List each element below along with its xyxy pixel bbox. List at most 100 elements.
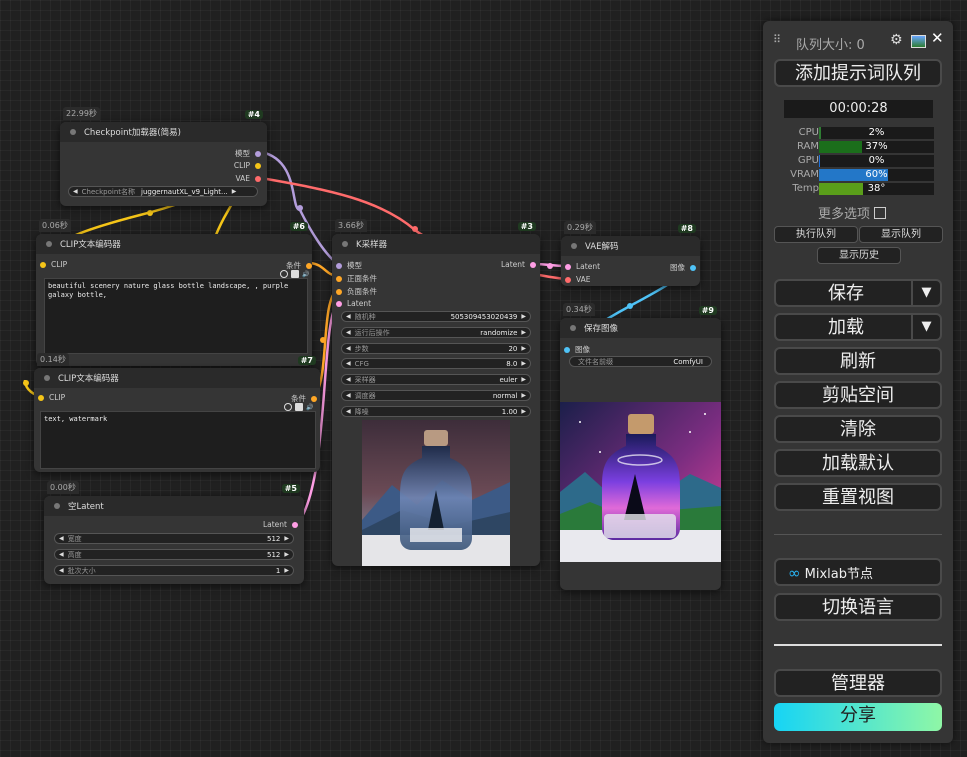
cfg-input[interactable]: ◀ CFG 8.0 ▶ bbox=[341, 358, 531, 369]
reset-view-button[interactable]: 重置视图 bbox=[774, 483, 942, 511]
clip-text-encode-positive-node[interactable]: 0.06秒 #6 CLIP文本编码器 CLIP 条件 🔊 beautiful s… bbox=[36, 219, 312, 366]
divider bbox=[774, 534, 942, 535]
node-id: #6 bbox=[289, 222, 308, 231]
collapse-dot-icon[interactable] bbox=[54, 503, 60, 509]
width-input[interactable]: ◀ 宽度 512 ▶ bbox=[54, 533, 294, 544]
infinity-icon: ∞ bbox=[788, 564, 801, 582]
output-model[interactable]: 模型 bbox=[235, 148, 261, 159]
collapse-dot-icon[interactable] bbox=[342, 241, 348, 247]
node-id: #7 bbox=[297, 356, 316, 365]
output-clip[interactable]: CLIP bbox=[234, 161, 261, 170]
divider bbox=[774, 644, 942, 646]
control-after-generate-combo[interactable]: ◀ 运行后操作 randomize ▶ bbox=[341, 327, 531, 338]
node-exec-time: 0.29秒 bbox=[564, 221, 596, 234]
temp-monitor: Temp 38° bbox=[777, 183, 937, 196]
node-title[interactable]: Checkpoint加载器(简易) bbox=[60, 122, 267, 142]
batch-size-input[interactable]: ◀ 批次大小 1 ▶ bbox=[54, 565, 294, 576]
refresh-button[interactable]: 刷新 bbox=[774, 347, 942, 375]
image-gallery-icon[interactable] bbox=[911, 35, 926, 48]
input-samples[interactable]: Latent bbox=[565, 262, 600, 271]
load-dropdown-icon[interactable]: ▼ bbox=[911, 315, 940, 339]
preview-image[interactable] bbox=[362, 420, 510, 566]
ckpt-name-combo[interactable]: ◀ Checkpoint名称 juggernautXL_v9_Light... ▶ bbox=[68, 186, 258, 197]
node-title[interactable]: CLIP文本编码器 bbox=[34, 368, 320, 388]
output-latent[interactable]: Latent bbox=[263, 520, 298, 529]
output-latent[interactable]: Latent bbox=[501, 260, 536, 269]
input-clip[interactable]: CLIP bbox=[38, 393, 65, 402]
clip-text-encode-negative-node[interactable]: 0.14秒 #7 CLIP文本编码器 CLIP 条件 🔊 text, water… bbox=[34, 353, 320, 472]
collapse-dot-icon[interactable] bbox=[70, 129, 76, 135]
seed-input[interactable]: ◀ 随机种 505309453020439 ▶ bbox=[341, 311, 531, 322]
input-clip[interactable]: CLIP bbox=[40, 260, 67, 269]
node-title[interactable]: 空Latent bbox=[44, 496, 304, 516]
share-button[interactable]: 分享 bbox=[774, 703, 942, 731]
queue-prompt-button[interactable]: 添加提示词队列 bbox=[774, 59, 942, 87]
run-queue-button[interactable]: 执行队列 bbox=[774, 226, 858, 243]
input-vae[interactable]: VAE bbox=[565, 275, 591, 284]
output-vae[interactable]: VAE bbox=[235, 174, 261, 183]
output-image-preview[interactable] bbox=[560, 402, 721, 562]
input-negative[interactable]: 负面条件 bbox=[336, 286, 377, 297]
input-positive[interactable]: 正面条件 bbox=[336, 273, 377, 284]
more-options-toggle[interactable]: 更多选项 bbox=[818, 203, 887, 222]
manager-button[interactable]: 管理器 bbox=[774, 669, 942, 697]
collapse-dot-icon[interactable] bbox=[571, 243, 577, 249]
node-title[interactable]: K采样器 bbox=[332, 234, 540, 254]
empty-latent-node[interactable]: 0.00秒 #5 空Latent Latent ◀ 宽度 512 ▶ ◀ 高度 512 ▶ … bbox=[44, 481, 304, 584]
node-exec-time: 3.66秒 bbox=[335, 219, 367, 232]
sampler-combo[interactable]: ◀ 采样器 euler ▶ bbox=[341, 374, 531, 385]
node-exec-time: 22.99秒 bbox=[63, 107, 100, 120]
clear-button[interactable]: 清除 bbox=[774, 415, 942, 443]
output-image[interactable]: 图像 bbox=[670, 262, 696, 273]
node-id: #8 bbox=[677, 224, 696, 233]
node-id: #9 bbox=[698, 306, 717, 315]
checkpoint-loader-node[interactable]: 22.99秒 #4 Checkpoint加载器(简易) 模型 CLIP VAE … bbox=[60, 107, 267, 206]
input-images[interactable]: 图像 bbox=[564, 344, 590, 355]
save-image-node[interactable]: 0.34秒 #9 保存图像 图像 文件名前缀 ComfyUI bbox=[560, 303, 721, 590]
denoise-input[interactable]: ◀ 降噪 1.00 ▶ bbox=[341, 406, 531, 417]
gear-icon[interactable]: ⚙ bbox=[890, 32, 903, 48]
node-id: #3 bbox=[517, 222, 536, 231]
node-exec-time: 0.14秒 bbox=[37, 353, 69, 366]
steps-input[interactable]: ◀ 步数 20 ▶ bbox=[341, 343, 531, 354]
node-id: #4 bbox=[244, 110, 263, 119]
mixlab-nodes-button[interactable]: ∞ Mixlab节点 bbox=[774, 558, 942, 586]
scheduler-combo[interactable]: ◀ 调度器 normal ▶ bbox=[341, 390, 531, 401]
node-exec-time: 0.06秒 bbox=[39, 219, 71, 232]
ksampler-node[interactable]: 3.66秒 #3 K采样器 模型 正面条件 负面条件 Latent Latent… bbox=[332, 219, 540, 566]
vram-monitor: VRAM 60% bbox=[777, 169, 937, 182]
show-queue-button[interactable]: 显示队列 bbox=[859, 226, 943, 243]
vae-decode-node[interactable]: 0.29秒 #8 VAE解码 Latent VAE 图像 bbox=[561, 221, 700, 286]
text-options[interactable]: 🔊 bbox=[284, 403, 313, 411]
clipspace-button[interactable]: 剪贴空间 bbox=[774, 381, 942, 409]
show-history-button[interactable]: 显示历史 bbox=[817, 247, 901, 264]
collapse-dot-icon[interactable] bbox=[46, 241, 52, 247]
node-exec-time: 0.00秒 bbox=[47, 481, 79, 494]
node-id: #5 bbox=[281, 484, 300, 493]
filename-prefix-input[interactable]: 文件名前缀 ComfyUI bbox=[569, 356, 712, 367]
save-button[interactable]: 保存 ▼ bbox=[774, 279, 942, 307]
drag-handle-icon[interactable]: ⠿ bbox=[773, 33, 781, 46]
node-title[interactable]: VAE解码 bbox=[561, 236, 700, 256]
side-menu-panel: ⠿ 队列大小: 0 ⚙ ✕ 添加提示词队列 00:00:28 CPU 2% RAM… bbox=[763, 21, 953, 743]
text-options[interactable]: 🔊 bbox=[280, 270, 309, 278]
prompt-textarea[interactable]: text, watermark bbox=[40, 411, 316, 469]
node-title[interactable]: CLIP文本编码器 bbox=[36, 234, 312, 254]
input-latent[interactable]: Latent bbox=[336, 299, 371, 308]
save-dropdown-icon[interactable]: ▼ bbox=[911, 281, 940, 305]
input-model[interactable]: 模型 bbox=[336, 260, 362, 271]
load-default-button[interactable]: 加载默认 bbox=[774, 449, 942, 477]
load-button[interactable]: 加载 ▼ bbox=[774, 313, 942, 341]
height-input[interactable]: ◀ 高度 512 ▶ bbox=[54, 549, 294, 560]
collapse-dot-icon[interactable] bbox=[44, 375, 50, 381]
node-title[interactable]: 保存图像 bbox=[560, 318, 721, 338]
cpu-monitor: CPU 2% bbox=[777, 127, 937, 140]
checkbox[interactable] bbox=[874, 206, 887, 219]
node-exec-time: 0.34秒 bbox=[563, 303, 595, 316]
queue-size-label: 队列大小: 0 bbox=[796, 38, 865, 53]
close-icon[interactable]: ✕ bbox=[931, 29, 944, 47]
collapse-dot-icon[interactable] bbox=[570, 325, 576, 331]
switch-language-button[interactable]: 切换语言 bbox=[774, 593, 942, 621]
gpu-monitor: GPU 0% bbox=[777, 155, 937, 168]
prompt-textarea[interactable]: beautiful scenery nature glass bottle la… bbox=[44, 278, 308, 354]
